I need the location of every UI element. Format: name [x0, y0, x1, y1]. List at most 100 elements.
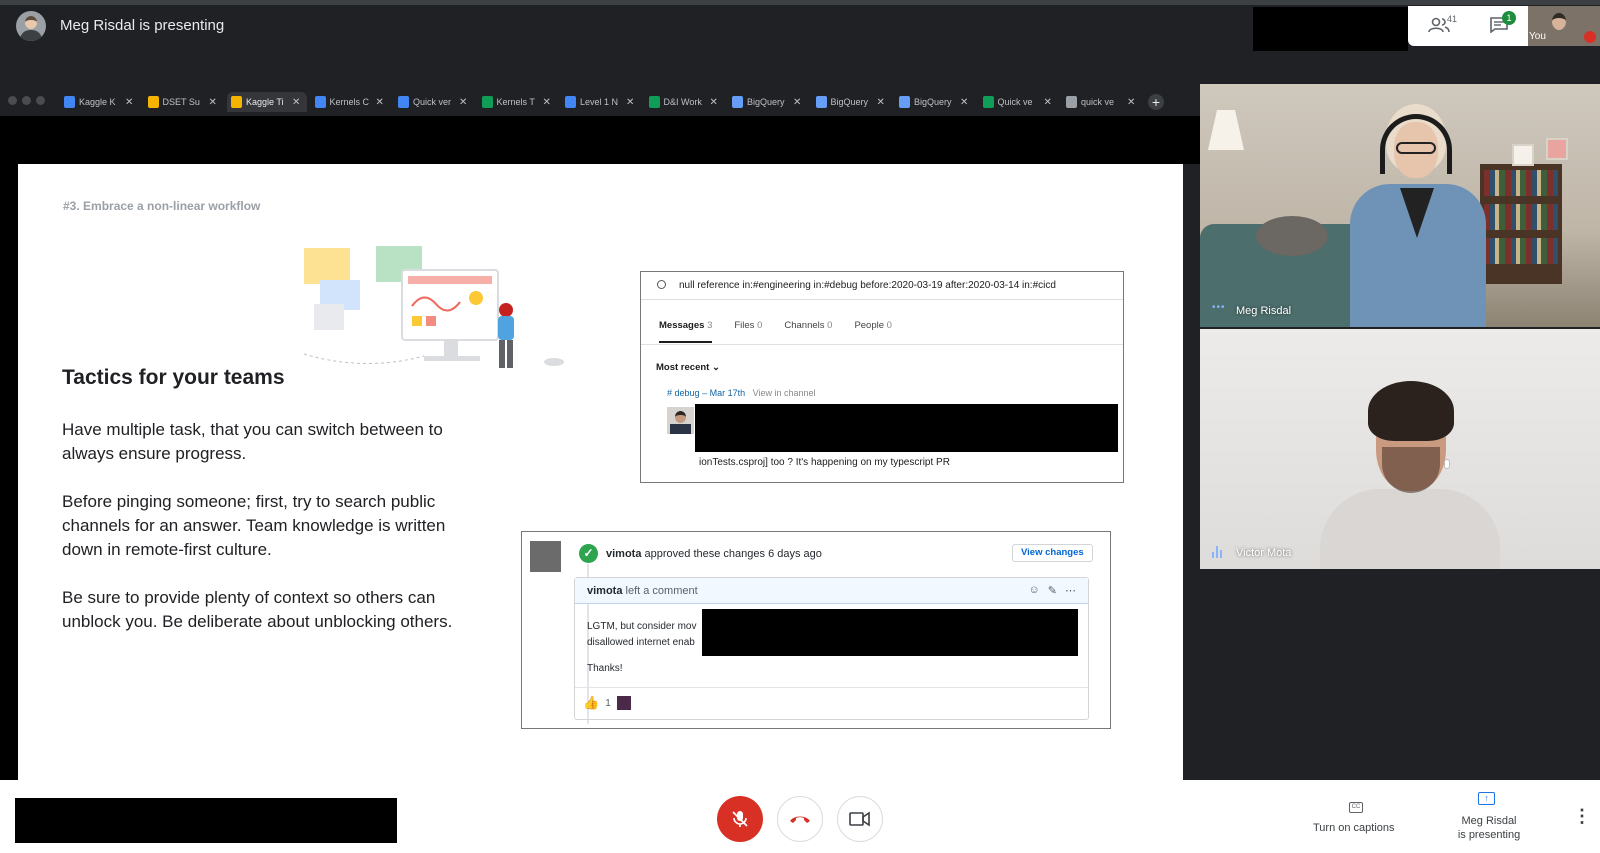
view-changes-button: View changes [1012, 544, 1093, 562]
slack-tab-channels: Channels 0 [784, 320, 833, 331]
tab-favicon-icon [231, 96, 242, 108]
close-icon[interactable]: ✕ [125, 97, 133, 108]
slack-result-tabs: Messages 3 Files 0 Channels 0 People 0 [659, 320, 892, 343]
close-icon[interactable]: ✕ [626, 97, 634, 108]
tab-favicon-icon [64, 96, 75, 108]
avatar [616, 696, 631, 710]
close-icon[interactable]: ✕ [376, 97, 384, 108]
chat-badge: 1 [1502, 11, 1516, 25]
close-icon[interactable]: ✕ [710, 97, 718, 108]
comment-header: vimota left a comment ☺ ✎ ⋯ [575, 578, 1088, 604]
browser-tab[interactable]: DSET Su ✕ [144, 92, 224, 112]
person [1320, 489, 1500, 569]
tab-favicon-icon [982, 96, 994, 108]
speaking-indicator-icon [1212, 546, 1226, 558]
leave-call-button[interactable] [777, 796, 823, 842]
earbud [1444, 459, 1450, 469]
tab-label: Kaggle Ti [246, 97, 284, 107]
close-icon[interactable]: ✕ [459, 97, 467, 108]
redacted-block [702, 609, 1078, 656]
browser-tab[interactable]: Kernels T ✕ [478, 92, 558, 112]
presenting-button-label[interactable]: Meg Risdal is presenting [1446, 814, 1532, 842]
browser-tab[interactable]: D&I Work ✕ [645, 92, 725, 112]
picture-frame [1512, 144, 1534, 166]
tab-label: Kernels C [329, 97, 370, 107]
more-icon: ⋯ [1065, 585, 1076, 597]
participant-tile[interactable]: Victor Mota [1200, 329, 1600, 569]
people-count: 41 [1447, 14, 1458, 24]
window-dot [22, 96, 31, 105]
slack-search-screenshot: null reference in:#engineering in:#debug… [640, 271, 1124, 483]
window-dot [36, 96, 45, 105]
tab-label: quick ve [1081, 97, 1115, 107]
close-icon[interactable]: ✕ [1044, 97, 1052, 108]
close-icon[interactable]: ✕ [960, 97, 968, 108]
camera-toggle-button[interactable] [837, 796, 883, 842]
close-icon[interactable]: ✕ [877, 97, 885, 108]
close-icon[interactable]: ✕ [793, 97, 801, 108]
tab-label: BigQuery [830, 97, 869, 107]
camera-icon [849, 811, 870, 827]
tab-label: Quick ver [413, 97, 452, 107]
new-tab-icon[interactable]: + [1148, 94, 1164, 110]
participant-name: Victor Mota [1236, 547, 1292, 559]
comment-thanks: Thanks! [587, 663, 623, 674]
avatar [667, 407, 694, 434]
more-vert-icon[interactable]: ⋮ [1573, 807, 1591, 825]
divider [575, 687, 1088, 688]
browser-tab[interactable]: Quick ve ✕ [979, 92, 1059, 112]
top-strip [0, 0, 1600, 5]
avatar [530, 541, 561, 572]
approval-text: vimota approved these changes 6 days ago [606, 548, 822, 560]
slack-result-meta: # debug – Mar 17th View in channel [667, 388, 816, 398]
browser-tab[interactable]: BigQuery ✕ [895, 92, 975, 112]
approved-check-icon: ✓ [579, 544, 598, 563]
more-options-icon[interactable]: ••• [1212, 302, 1226, 313]
browser-tab[interactable]: BigQuery ✕ [812, 92, 892, 112]
captions-button-label[interactable]: Turn on captions [1313, 822, 1395, 834]
comment-body: LGTM, but consider mov disallowed intern… [587, 621, 697, 648]
close-icon[interactable]: ✕ [1127, 97, 1135, 108]
search-icon [657, 280, 666, 289]
browser-tab[interactable]: Quick ver ✕ [394, 92, 474, 112]
tab-favicon-icon [147, 96, 159, 108]
close-icon[interactable]: ✕ [543, 97, 551, 108]
tab-label: D&I Work [663, 97, 702, 107]
close-icon[interactable]: ✕ [209, 97, 217, 108]
browser-tab[interactable]: quick ve ✕ [1062, 92, 1142, 112]
close-icon[interactable]: ✕ [292, 97, 300, 108]
browser-tab[interactable]: Kernels C ✕ [311, 92, 391, 112]
thumbs-up-icon: 👍 [583, 695, 600, 710]
slack-search-query: null reference in:#engineering in:#debug… [679, 280, 1056, 291]
slide-paragraph: Have multiple task, that you can switch … [62, 420, 443, 463]
slide-paragraph: Before pinging someone; first, try to se… [62, 492, 446, 559]
tab-favicon-icon [732, 96, 743, 108]
hang-up-icon [790, 816, 810, 823]
mic-toggle-button[interactable] [717, 796, 763, 842]
tab-label: Kernels T [496, 97, 535, 107]
tab-favicon-icon [565, 96, 576, 108]
tab-favicon-icon [398, 96, 409, 108]
github-review-screenshot: ✓ vimota approved these changes 6 days a… [521, 531, 1111, 729]
shared-screen-edge [0, 164, 18, 780]
present-icon[interactable]: ↑ [1478, 792, 1495, 805]
emoji-icon: ☺ [1028, 584, 1040, 596]
self-mic-off-icon [1584, 31, 1596, 43]
edit-icon: ✎ [1047, 585, 1057, 597]
tab-label: Level 1 N [580, 97, 619, 107]
review-comment: vimota left a comment ☺ ✎ ⋯ LGTM, but cons… [574, 577, 1089, 720]
picture-frame [1546, 138, 1568, 160]
browser-tab[interactable]: Level 1 N ✕ [561, 92, 641, 112]
participant-name: Meg Risdal [1236, 305, 1292, 317]
participant-tile[interactable]: ••• Meg Risdal [1200, 84, 1600, 327]
tab-favicon-icon [481, 96, 493, 108]
bookshelf [1480, 164, 1562, 284]
browser-tab[interactable]: Kaggle Ti ✕ [227, 92, 307, 112]
workflow-illustration [303, 246, 564, 368]
tab-label: DSET Su [162, 97, 200, 107]
tab-label: BigQuery [747, 97, 785, 107]
presenting-status: Meg Risdal is presenting [60, 17, 225, 34]
browser-tab[interactable]: Kaggle K ✕ [60, 92, 140, 112]
captions-icon[interactable]: CC [1349, 802, 1363, 813]
browser-tab[interactable]: BigQuery ✕ [728, 92, 808, 112]
